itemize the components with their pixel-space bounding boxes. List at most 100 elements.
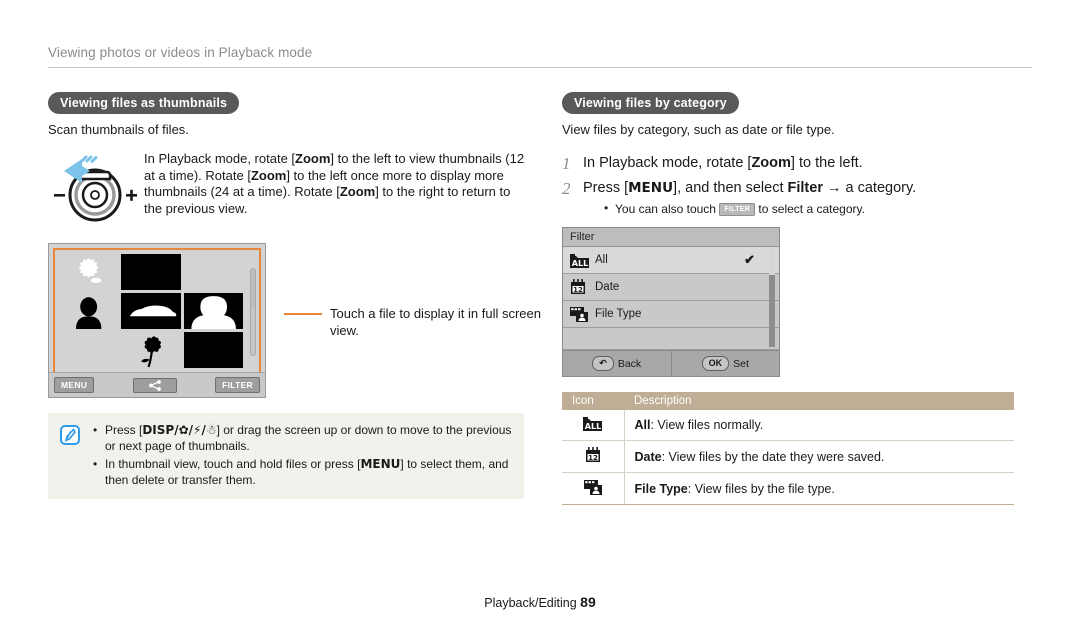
filter-option-all-label: All xyxy=(595,254,608,266)
svg-text:12: 12 xyxy=(573,286,583,294)
svg-text:12: 12 xyxy=(588,454,598,462)
step-2-menu-key: MENU xyxy=(628,180,674,196)
table-cell-desc-filetype: File Type: View files by the file type. xyxy=(624,472,1014,505)
table-term-filetype: File Type xyxy=(634,481,688,496)
step-2: 2 Press [MENU], and then select Filter →… xyxy=(562,179,1032,217)
note-bullet-2-keys: MENU xyxy=(360,457,401,471)
numbered-steps: 1 In Playback mode, rotate [Zoom] to the… xyxy=(562,154,1032,217)
filter-dialog-set-button[interactable]: OK Set xyxy=(670,351,780,376)
substep-post: to select a category. xyxy=(755,202,865,216)
table-header-row: Icon Description xyxy=(562,392,1014,410)
fig-text-zoom-3: Zoom xyxy=(339,184,376,200)
section-title-category: Viewing files by category xyxy=(562,92,739,114)
camera-lcd-thumbnails: MENU FILTER xyxy=(48,243,266,398)
step-1-zoom-key: Zoom xyxy=(751,155,791,171)
running-header: Viewing photos or videos in Playback mod… xyxy=(48,45,1032,68)
table-term-all: All xyxy=(634,418,651,432)
filter-dialog-back-label: Back xyxy=(617,357,642,370)
filter-date-icon: 12 xyxy=(569,278,595,296)
right-column: Viewing files by category View files by … xyxy=(562,92,1032,505)
note-pen-icon xyxy=(60,423,82,488)
substep-pre: You can also touch xyxy=(615,202,720,216)
table-cell-desc-all: All: View files normally. xyxy=(624,410,1014,441)
filter-dialog-figure: Filter ALL All ✔ 12 Date File Type ↶ Bac… xyxy=(562,227,1032,377)
thumbnail-cell-empty-1 xyxy=(184,254,243,290)
table-desc-filetype: : View files by the file type. xyxy=(687,481,835,496)
zoom-lever-figure-row: In Playback mode, rotate [Zoom] to the l… xyxy=(48,151,530,227)
share-icon[interactable] xyxy=(132,377,177,393)
manual-page: Viewing photos or videos in Playback mod… xyxy=(0,0,1080,630)
thumbnail-grid xyxy=(59,254,243,368)
note-bullet-2: In thumbnail view, touch and hold files … xyxy=(92,457,512,488)
note-bullet-1: Press [DISP/✿/⚡/☃] or drag the screen up… xyxy=(92,423,512,454)
lcd-filter-button[interactable]: FILTER xyxy=(215,377,260,393)
table-row: File Type: View files by the file type. xyxy=(562,472,1014,505)
thumbnail-cell-flower-white xyxy=(59,254,118,290)
fig-text-zoom-1: Zoom xyxy=(295,151,331,166)
filter-dialog-footer: ↶ Back OK Set xyxy=(563,350,779,376)
filter-option-date[interactable]: 12 Date xyxy=(563,274,779,301)
thumbnail-cell-portrait-white xyxy=(183,293,243,329)
step-1-number: 1 xyxy=(562,154,571,173)
lcd-menu-button[interactable]: MENU xyxy=(54,377,95,393)
fig-text-part-0: In Playback mode, rotate [ xyxy=(144,151,296,166)
step-2-content: Press [MENU], and then select Filter → a… xyxy=(583,179,916,217)
step-1-part-2: ] to the left. xyxy=(790,155,863,171)
filter-dialog-rows: ALL All ✔ 12 Date File Type xyxy=(563,247,779,350)
thumbnail-cell-empty-2 xyxy=(59,332,118,368)
filter-dialog-title: Filter xyxy=(563,228,779,247)
filter-option-all[interactable]: ALL All ✔ xyxy=(563,247,779,274)
filter-all-icon: ALL xyxy=(583,417,603,431)
table-head: Icon Description xyxy=(562,392,1014,410)
filter-dialog-scrollbar-thumb[interactable] xyxy=(769,250,775,276)
table-term-date: Date xyxy=(634,449,662,464)
note-bullet-1-keys: DISP/✿/⚡/☃ xyxy=(142,423,217,437)
thumbnail-cell-person-black xyxy=(59,293,118,329)
step-1: 1 In Playback mode, rotate [Zoom] to the… xyxy=(562,154,1032,173)
step-2-part-0: Press [ xyxy=(583,180,629,196)
svg-text:ALL: ALL xyxy=(585,422,601,431)
zoom-lever-description: In Playback mode, rotate [Zoom] to the l… xyxy=(144,151,530,217)
svg-text:ALL: ALL xyxy=(572,259,588,268)
note-bullet-1-pre: Press [ xyxy=(105,423,143,437)
filter-dialog: Filter ALL All ✔ 12 Date File Type ↶ Bac… xyxy=(562,227,780,377)
section-title-thumbnails: Viewing files as thumbnails xyxy=(48,92,240,114)
filter-option-date-label: Date xyxy=(595,281,620,293)
step-1-part-0: In Playback mode, rotate [ xyxy=(583,155,752,171)
inline-filter-key: FILTER xyxy=(719,203,756,216)
filter-dialog-set-label: Set xyxy=(733,357,749,370)
thumbnail-screen-figure: MENU FILTER Touch a file to display it i… xyxy=(48,243,541,398)
section-lead-thumbnails: Scan thumbnails of files. xyxy=(48,122,189,137)
table-desc-all: : View files normally. xyxy=(650,418,764,432)
step-2-number: 2 xyxy=(562,179,571,198)
footer-page-number: 89 xyxy=(580,594,596,610)
zoom-lever-icon xyxy=(50,151,146,227)
filter-dialog-back-button[interactable]: ↶ Back xyxy=(563,351,671,376)
table-cell-icon-date: 12 xyxy=(562,440,625,473)
filter-type-icon xyxy=(583,480,602,495)
thumbnail-scrollbar[interactable] xyxy=(250,268,256,356)
ok-key-icon: OK xyxy=(701,356,730,371)
filter-option-filetype[interactable]: File Type xyxy=(563,301,779,328)
table-cell-icon-all: ALL xyxy=(562,410,625,441)
step-2-filter-term: Filter xyxy=(787,180,823,196)
step-1-text: In Playback mode, rotate [Zoom] to the l… xyxy=(583,154,863,173)
table-row: ALL All: View files normally. xyxy=(562,410,1014,441)
step-2-text: Press [MENU], and then select Filter → a… xyxy=(583,179,916,198)
icon-description-table: Icon Description ALL All: View files nor… xyxy=(562,392,1014,505)
callout-leader-line xyxy=(284,313,322,315)
filter-dialog-scrollbar[interactable] xyxy=(769,250,775,347)
table-cell-icon-filetype xyxy=(562,472,625,505)
filter-type-icon xyxy=(569,305,595,323)
lcd-bottom-bar: MENU FILTER xyxy=(49,372,265,397)
table-header-icon: Icon xyxy=(562,392,624,410)
filter-date-icon: 12 xyxy=(585,447,600,462)
note-bullet-list: Press [DISP/✿/⚡/☃] or drag the screen up… xyxy=(92,423,512,488)
step-2-part-2: ], and then select xyxy=(673,180,788,196)
lcd-thumbnail-area xyxy=(53,248,261,374)
fig-text-zoom-2: Zoom xyxy=(250,167,287,183)
table-body: ALL All: View files normally. 12 Date: V… xyxy=(562,410,1014,505)
thumbnail-scrollbar-thumb[interactable] xyxy=(251,269,255,309)
thumbnail-cell-flower-black xyxy=(121,332,180,368)
thumbnail-cell-black-1 xyxy=(121,254,181,290)
